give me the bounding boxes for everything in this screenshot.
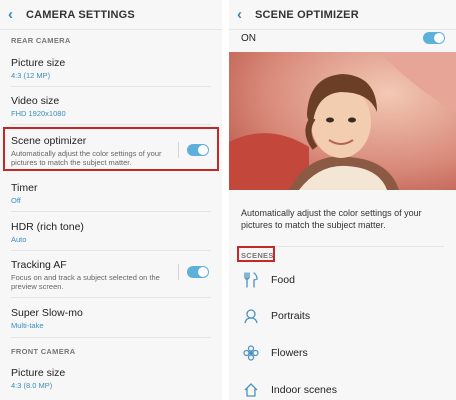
scene-optimizer-header: ‹ SCENE OPTIMIZER	[229, 0, 456, 30]
sample-photo	[229, 52, 456, 190]
scene-label: Flowers	[271, 347, 308, 359]
setting-picture-size-front[interactable]: Picture size 4:3 (8.0 MP)	[0, 367, 222, 390]
toggle-separator	[178, 264, 179, 280]
setting-label: Timer	[11, 182, 38, 194]
setting-label: Picture size	[11, 367, 66, 379]
setting-value: Auto	[11, 235, 27, 244]
tracking-af-toggle[interactable]	[187, 266, 209, 278]
setting-timer[interactable]: Timer Off	[0, 182, 222, 205]
scene-item-flowers[interactable]: Flowers	[229, 335, 456, 371]
setting-label: Video size	[11, 95, 60, 107]
setting-hdr[interactable]: HDR (rich tone) Auto	[0, 221, 222, 244]
page-title: CAMERA SETTINGS	[26, 8, 135, 21]
divider	[11, 297, 211, 298]
divider	[11, 211, 211, 212]
setting-picture-size-rear[interactable]: Picture size 4:3 (12 MP)	[0, 57, 222, 80]
divider	[11, 86, 211, 87]
divider	[11, 337, 211, 338]
setting-value: 4:3 (8.0 MP)	[11, 381, 53, 390]
divider	[11, 250, 211, 251]
setting-description: Focus on and track a subject selected on…	[11, 273, 160, 291]
page-title: SCENE OPTIMIZER	[255, 8, 359, 21]
section-header-front-camera: FRONT CAMERA	[11, 347, 76, 356]
highlight-box	[237, 246, 275, 262]
camera-settings-panel: ‹ CAMERA SETTINGS REAR CAMERA Picture si…	[0, 0, 222, 400]
scene-item-portraits[interactable]: Portraits	[229, 298, 456, 334]
scene-label: Portraits	[271, 310, 311, 322]
setting-label: Super Slow-mo	[11, 307, 83, 319]
scene-label: Indoor scenes	[271, 384, 337, 396]
person-icon	[241, 308, 261, 324]
house-icon	[241, 382, 261, 398]
setting-video-size[interactable]: Video size FHD 1920x1080	[0, 95, 222, 118]
setting-value: 4:3 (12 MP)	[11, 71, 51, 80]
scene-item-indoor-scenes[interactable]: Indoor scenes	[229, 372, 456, 400]
master-switch-toggle[interactable]	[423, 32, 445, 44]
setting-label: HDR (rich tone)	[11, 221, 84, 233]
master-switch-label: ON	[241, 33, 256, 44]
scene-optimizer-panel: ‹ SCENE OPTIMIZER ON Automatically adjus…	[229, 0, 456, 400]
setting-label: Picture size	[11, 57, 66, 69]
setting-value: Multi-take	[11, 321, 44, 330]
setting-label: Tracking AF	[11, 259, 67, 271]
divider	[11, 124, 211, 125]
camera-settings-header: ‹ CAMERA SETTINGS	[0, 0, 222, 30]
section-header-rear-camera: REAR CAMERA	[11, 36, 71, 45]
back-arrow-icon[interactable]: ‹	[237, 6, 255, 23]
highlight-box	[3, 127, 219, 171]
setting-value: FHD 1920x1080	[11, 109, 66, 118]
setting-value: Off	[11, 196, 21, 205]
back-arrow-icon[interactable]: ‹	[8, 6, 26, 23]
setting-super-slow-mo[interactable]: Super Slow-mo Multi-take	[0, 307, 222, 330]
utensils-icon	[241, 272, 261, 288]
scene-label: Food	[271, 274, 295, 286]
scene-optimizer-description: Automatically adjust the color settings …	[241, 208, 422, 230]
scene-item-food[interactable]: Food	[229, 262, 456, 298]
flower-icon	[241, 345, 261, 361]
